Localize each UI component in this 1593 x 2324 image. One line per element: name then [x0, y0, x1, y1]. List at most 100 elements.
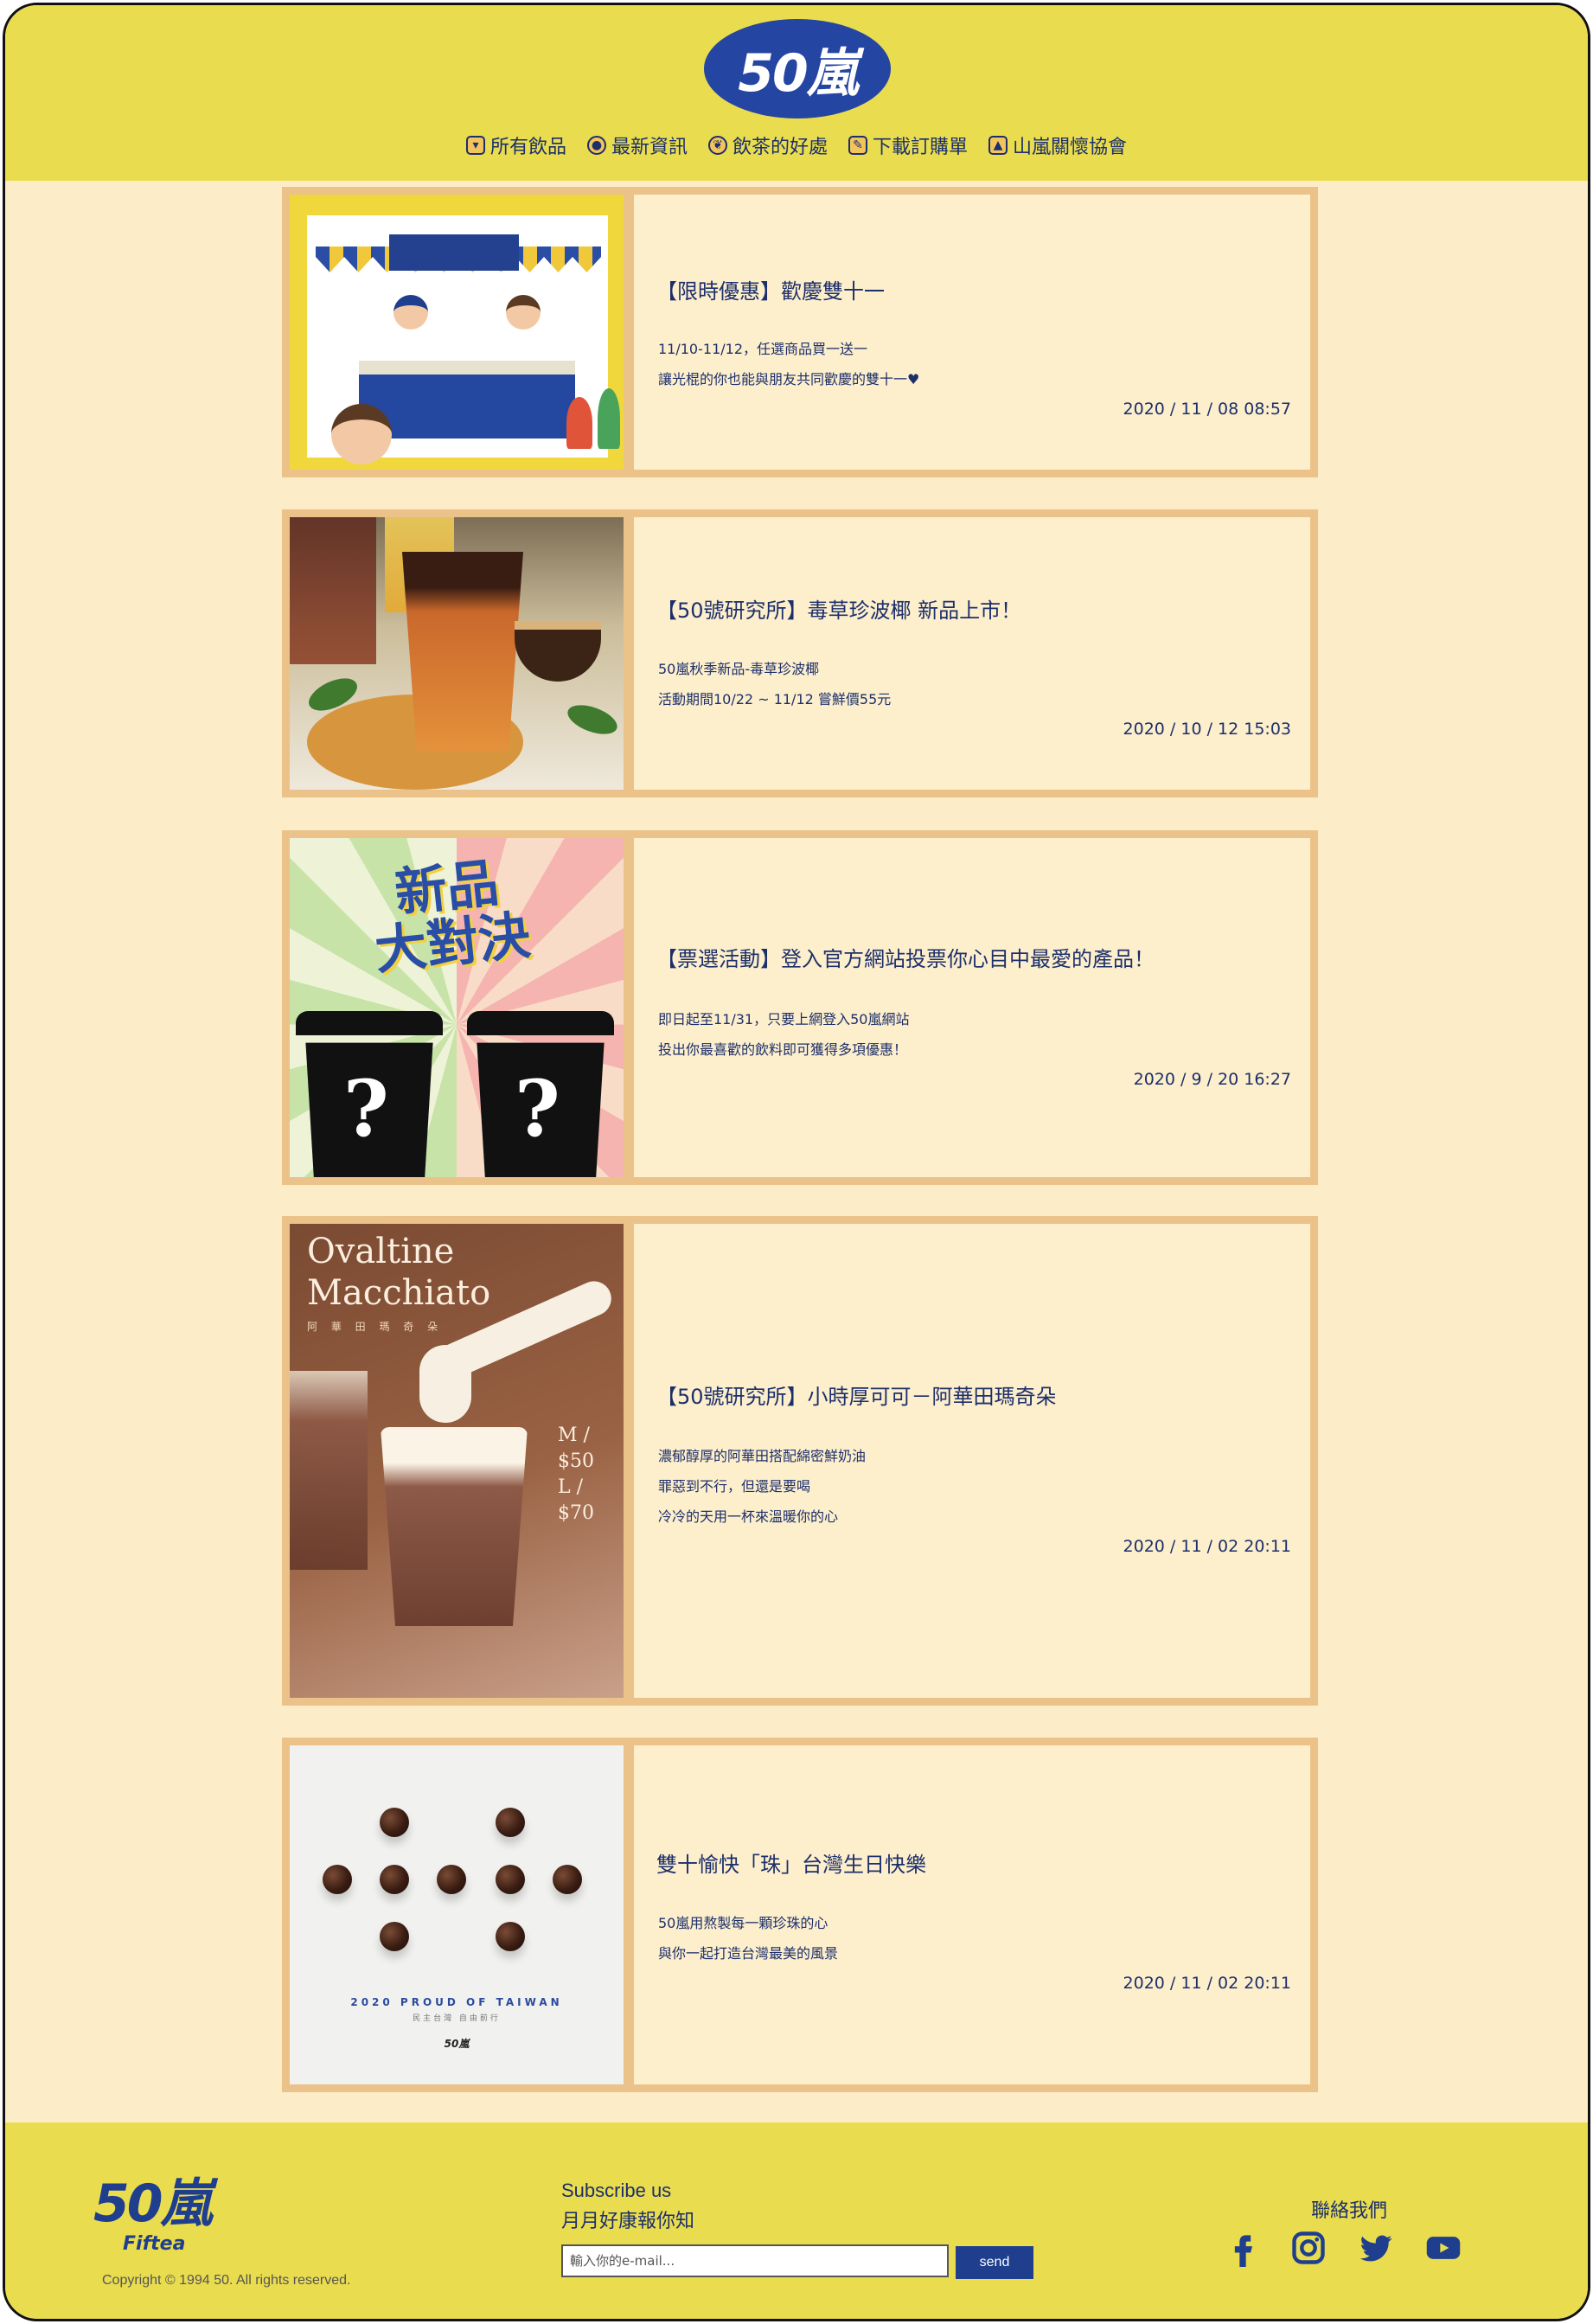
mystery-cup-lid — [296, 1011, 443, 1035]
pearl — [380, 1808, 409, 1837]
news-line: 即日起至11/31，只要上網登入50嵐網站 — [658, 1011, 910, 1028]
news-line: 50嵐用熬製每一顆珍珠的心 — [658, 1915, 828, 1931]
news-title[interactable]: 【限時優惠】歡慶雙十一 — [656, 274, 885, 304]
news-card-image[interactable]: Ovaltine Macchiato 阿 華 田 瑪 奇 朵 M / $50 L… — [290, 1224, 624, 1698]
freedom-caption: 民主台灣 自由前行 — [413, 2014, 501, 2023]
question-mark-icon: ? — [343, 1063, 389, 1155]
news-line: 與你一起打造台灣最美的風景 — [658, 1945, 839, 1962]
news-card-body: 【50號研究所】小時厚可可－阿華田瑪奇朵 濃郁醇厚的阿華田搭配綿密鮮奶油 罪惡到… — [634, 1224, 1310, 1698]
news-line: 50嵐秋季新品-毒草珍波椰 — [658, 661, 820, 677]
proud-of-taiwan-caption: 2020 PROUD OF TAIWAN — [350, 1996, 563, 2008]
news-card-image[interactable] — [290, 195, 624, 470]
cream-pour — [419, 1345, 471, 1423]
nav-item-all-drinks[interactable]: ▾ 所有飲品 — [465, 131, 566, 159]
news-date: 2020 / 9 / 20 16:27 — [1133, 1070, 1291, 1089]
cartoon-staff-2 — [506, 295, 541, 330]
news-card[interactable]: 【50號研究所】毒草珍波椰 新品上市！ 50嵐秋季新品-毒草珍波椰 活動期間10… — [282, 509, 1318, 797]
mystery-cup-lid — [467, 1011, 614, 1035]
pearl — [380, 1865, 409, 1894]
twitter-icon[interactable] — [1356, 2228, 1396, 2268]
card-divider — [624, 1224, 634, 1698]
menu-board — [389, 234, 519, 271]
red-tree — [566, 397, 592, 449]
brand-logo-text: 50嵐 — [738, 43, 858, 104]
pearl — [553, 1865, 582, 1894]
green-tree — [598, 388, 620, 449]
brand-logo[interactable]: 50嵐 — [704, 19, 891, 118]
news-line: 11/10-11/12，任選商品買一送一 — [658, 341, 867, 357]
news-card-body: 【50號研究所】毒草珍波椰 新品上市！ 50嵐秋季新品-毒草珍波椰 活動期間10… — [634, 517, 1310, 790]
tea-stand — [359, 361, 575, 439]
news-card[interactable]: 2020 PROUD OF TAIWAN 民主台灣 自由前行 50嵐 雙十愉快「… — [282, 1738, 1318, 2092]
site-header: 50嵐 ▾ 所有飲品 ● 最新資訊 ❦ 飲茶的好處 ✎ 下載訂購單 ▲ 山嵐關懷… — [5, 5, 1588, 181]
nav-item-order-form[interactable]: ✎ 下載訂購單 — [848, 131, 968, 159]
youtube-icon[interactable] — [1423, 2228, 1463, 2268]
footer-logo-sub: Fiftea — [123, 2233, 186, 2255]
news-card-body: 雙十愉快「珠」台灣生日快樂 50嵐用熬製每一顆珍珠的心 與你一起打造台灣最美的風… — [634, 1745, 1310, 2084]
mini-logo: 50嵐 — [444, 2038, 470, 2050]
pearl — [437, 1865, 466, 1894]
news-card[interactable]: Ovaltine Macchiato 阿 華 田 瑪 奇 朵 M / $50 L… — [282, 1216, 1318, 1706]
order-form-icon: ✎ — [848, 136, 867, 155]
nav-label: 飲茶的好處 — [732, 137, 828, 158]
leaf-icon: ❦ — [707, 136, 727, 155]
nav-label: 下載訂購單 — [873, 137, 969, 158]
instagram-icon[interactable] — [1289, 2228, 1328, 2268]
nav-item-latest-news[interactable]: ● 最新資訊 — [586, 131, 688, 159]
pearl — [496, 1865, 525, 1894]
copyright-text: Copyright © 1994 50. All rights reserved… — [102, 2273, 351, 2288]
news-card-image[interactable]: 新品 大對決 ? ? — [290, 838, 624, 1177]
banner-line-2: 大對決 — [372, 905, 534, 983]
cartoon-staff-1 — [393, 295, 428, 330]
nav-item-care-association[interactable]: ▲ 山嵐關懷協會 — [988, 131, 1127, 159]
ovaltine-cup — [381, 1427, 528, 1626]
news-title[interactable]: 【票選活動】登入官方網站投票你心目中最愛的產品！ — [656, 942, 1155, 972]
news-card[interactable]: 新品 大對決 ? ? 【票選活動】登入官方網站投票你心目中最愛的產品！ 即日起至… — [282, 830, 1318, 1185]
news-line: 冷冷的天用一杯來溫暖你的心 — [658, 1508, 839, 1525]
card-divider — [624, 195, 634, 470]
question-mark-icon: ? — [515, 1063, 560, 1155]
nav-label: 山嵐關懷協會 — [1013, 137, 1128, 158]
news-line: 罪惡到不行，但還是要喝 — [658, 1478, 811, 1495]
card-divider — [624, 517, 634, 790]
pearl — [380, 1922, 409, 1951]
facebook-icon[interactable] — [1223, 2228, 1263, 2268]
cartoon-customer — [331, 404, 392, 464]
news-title[interactable]: 【50號研究所】小時厚可可－阿華田瑪奇朵 — [656, 1380, 1057, 1410]
send-button[interactable]: send — [956, 2246, 1033, 2279]
battle-banner: 新品 大對決 — [336, 844, 563, 987]
pearl — [496, 1808, 525, 1837]
bubble-tea-cup — [402, 552, 523, 751]
news-date: 2020 / 10 / 12 15:03 — [1123, 720, 1291, 739]
pearl — [323, 1865, 352, 1894]
cup-icon: ▾ — [465, 136, 485, 155]
contact-label: 聯絡我們 — [1311, 2200, 1388, 2222]
pearl — [496, 1922, 525, 1951]
price-medium: M / $50 — [558, 1424, 594, 1472]
news-line: 活動期間10/22 ~ 11/12 嘗鮮價55元 — [658, 691, 892, 707]
news-title[interactable]: 【50號研究所】毒草珍波椰 新品上市！ — [656, 593, 1021, 624]
tea-leaf — [564, 699, 621, 740]
news-line: 投出你最喜歡的飲料即可獲得多項優惠！ — [658, 1041, 908, 1058]
news-card-image[interactable]: 2020 PROUD OF TAIWAN 民主台灣 自由前行 50嵐 — [290, 1745, 624, 2084]
card-divider — [624, 1745, 634, 2084]
email-input[interactable] — [561, 2244, 949, 2277]
cartoon-panel — [307, 215, 620, 464]
news-date: 2020 / 11 / 02 20:11 — [1123, 1974, 1291, 1993]
ovaltine-title-line-1: Ovaltine — [307, 1232, 455, 1271]
news-line: 讓光棍的你也能與朋友共同歡慶的雙十一♥ — [658, 371, 920, 387]
footer-logo[interactable]: 50嵐 — [93, 2178, 212, 2230]
subscribe-subtitle: 月月好康報你知 — [561, 2211, 695, 2232]
site-footer: 50嵐 Fiftea Copyright © 1994 50. All righ… — [5, 2122, 1588, 2319]
page-frame: 50嵐 ▾ 所有飲品 ● 最新資訊 ❦ 飲茶的好處 ✎ 下載訂購單 ▲ 山嵐關懷… — [3, 3, 1590, 2321]
card-divider — [624, 838, 634, 1177]
news-line: 濃郁醇厚的阿華田搭配綿密鮮奶油 — [658, 1448, 867, 1464]
red-tea-cup — [290, 517, 376, 664]
news-card-body: 【票選活動】登入官方網站投票你心目中最愛的產品！ 即日起至11/31，只要上網登… — [634, 838, 1310, 1177]
news-card-image[interactable] — [290, 517, 624, 790]
info-icon: ● — [586, 136, 606, 155]
news-card[interactable]: 【限時優惠】歡慶雙十一 11/10-11/12，任選商品買一送一 讓光棍的你也能… — [282, 187, 1318, 477]
news-title[interactable]: 雙十愉快「珠」台灣生日快樂 — [656, 1847, 926, 1878]
main-nav: ▾ 所有飲品 ● 最新資訊 ❦ 飲茶的好處 ✎ 下載訂購單 ▲ 山嵐關懷協會 — [5, 131, 1588, 159]
nav-item-tea-benefits[interactable]: ❦ 飲茶的好處 — [707, 131, 828, 159]
